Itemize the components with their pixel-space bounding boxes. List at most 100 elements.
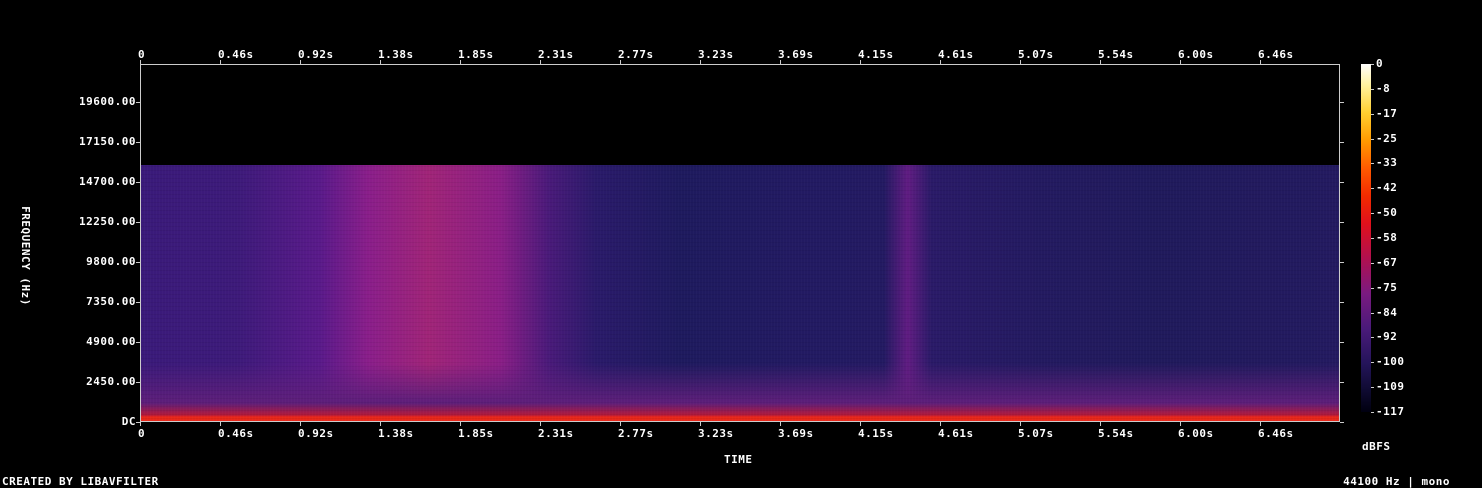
y-tick-label: 2450.00 bbox=[86, 375, 136, 388]
x-tick-label-bottom: 1.38s bbox=[378, 427, 414, 440]
y-tick-label: 4900.00 bbox=[86, 335, 136, 348]
x-tick-label-bottom: 2.77s bbox=[618, 427, 654, 440]
x-tick-label-top: 3.69s bbox=[778, 48, 814, 61]
colorbar-tick-label: -117 bbox=[1376, 405, 1405, 418]
colorbar-tick-label: -75 bbox=[1376, 280, 1398, 294]
colorbar-tick-mark bbox=[1371, 64, 1374, 65]
x-tick-mark-bottom bbox=[860, 422, 861, 426]
x-tick-label-top: 3.23s bbox=[698, 48, 734, 61]
colorbar-tick-mark bbox=[1371, 287, 1374, 289]
colorbar-tick-mark bbox=[1371, 337, 1374, 339]
y-tick-mark-left bbox=[136, 142, 140, 143]
x-tick-mark-bottom bbox=[940, 422, 941, 426]
x-tick-label-top: 0.46s bbox=[218, 48, 254, 61]
x-tick-mark-bottom bbox=[300, 422, 301, 426]
x-tick-label-bottom: 5.07s bbox=[1018, 427, 1054, 440]
colorbar bbox=[1361, 64, 1371, 412]
y-tick-mark-right bbox=[1340, 422, 1344, 423]
y-tick-label: 17150.00 bbox=[79, 135, 136, 148]
colorbar-tick-label: -67 bbox=[1376, 255, 1398, 269]
x-tick-label-top: 6.00s bbox=[1178, 48, 1214, 61]
x-tick-label-top: 1.38s bbox=[378, 48, 414, 61]
y-tick-label: 14700.00 bbox=[79, 175, 136, 188]
x-tick-label-top: 1.85s bbox=[458, 48, 494, 61]
colorbar-tick-mark bbox=[1371, 312, 1374, 314]
x-tick-mark-bottom bbox=[1180, 422, 1181, 426]
x-tick-label-top: 2.77s bbox=[618, 48, 654, 61]
y-tick-label: DC bbox=[121, 415, 136, 428]
colorbar-tick-label: -33 bbox=[1376, 156, 1398, 170]
x-tick-label-bottom: 3.69s bbox=[778, 427, 814, 440]
y-axis-label: FREQUENCY (Hz) bbox=[19, 206, 32, 306]
x-tick-mark-bottom bbox=[700, 422, 701, 426]
x-tick-label-top: 2.31s bbox=[538, 48, 574, 61]
colorbar-tick-mark bbox=[1371, 88, 1374, 90]
colorbar-tick-mark bbox=[1371, 262, 1374, 264]
colorbar-tick-mark bbox=[1371, 238, 1374, 239]
colorbar-tick-label: -58 bbox=[1376, 231, 1398, 244]
x-tick-mark-bottom bbox=[1020, 422, 1021, 426]
y-tick-mark-right bbox=[1340, 302, 1344, 303]
x-tick-label-bottom: 6.00s bbox=[1178, 427, 1214, 440]
y-tick-mark-left bbox=[136, 342, 140, 343]
x-tick-mark-bottom bbox=[380, 422, 381, 426]
y-tick-label: 19600.00 bbox=[79, 95, 136, 108]
x-tick-mark-bottom bbox=[140, 422, 141, 426]
colorbar-tick-label: -42 bbox=[1376, 181, 1398, 195]
x-tick-label-top: 4.61s bbox=[938, 48, 974, 61]
colorbar-tick-label: -8 bbox=[1376, 81, 1391, 95]
x-tick-label-top: 5.07s bbox=[1018, 48, 1054, 61]
y-tick-mark-right bbox=[1340, 262, 1344, 263]
y-tick-mark-left bbox=[136, 222, 140, 223]
x-tick-label-bottom: 4.15s bbox=[858, 427, 894, 440]
y-tick-mark-right bbox=[1340, 182, 1344, 183]
x-tick-label-top: 4.15s bbox=[858, 48, 894, 61]
x-axis-label: TIME bbox=[724, 453, 753, 466]
colorbar-tick-label: -25 bbox=[1376, 131, 1398, 145]
x-tick-label-top: 5.54s bbox=[1098, 48, 1134, 61]
y-tick-label: 12250.00 bbox=[79, 215, 136, 228]
x-tick-label-bottom: 5.54s bbox=[1098, 427, 1134, 440]
x-tick-label-bottom: 0.92s bbox=[298, 427, 334, 440]
y-tick-mark-right bbox=[1340, 382, 1344, 383]
y-tick-mark-right bbox=[1340, 142, 1344, 143]
colorbar-tick-label: -100 bbox=[1376, 355, 1405, 369]
x-tick-label-bottom: 2.31s bbox=[538, 427, 574, 440]
spectrogram-texture bbox=[141, 165, 1339, 421]
x-tick-mark-bottom bbox=[1260, 422, 1261, 426]
x-tick-label-bottom: 0.46s bbox=[218, 427, 254, 440]
x-tick-label-bottom: 1.85s bbox=[458, 427, 494, 440]
x-tick-mark-bottom bbox=[780, 422, 781, 426]
x-tick-label-bottom: 4.61s bbox=[938, 427, 974, 440]
y-tick-mark-right bbox=[1340, 222, 1344, 223]
colorbar-tick-label: -92 bbox=[1376, 330, 1398, 344]
x-tick-mark-bottom bbox=[220, 422, 221, 426]
spectrogram-plot-area bbox=[140, 64, 1340, 422]
colorbar-tick-label: -50 bbox=[1376, 206, 1398, 220]
colorbar-tick-mark bbox=[1371, 412, 1374, 413]
x-tick-label-top: 0.92s bbox=[298, 48, 334, 61]
x-tick-label-bottom: 6.46s bbox=[1258, 427, 1294, 440]
colorbar-tick-label: -109 bbox=[1376, 380, 1405, 394]
x-tick-mark-bottom bbox=[1100, 422, 1101, 426]
y-tick-mark-right bbox=[1340, 102, 1344, 103]
colorbar-label: dBFS bbox=[1362, 440, 1391, 453]
x-tick-mark-bottom bbox=[620, 422, 621, 426]
footer-credit: CREATED BY LIBAVFILTER bbox=[2, 475, 159, 488]
x-tick-label-bottom: 0 bbox=[138, 427, 146, 440]
footer-audio-info: 44100 Hz | mono bbox=[1343, 475, 1450, 488]
colorbar-tick-mark bbox=[1371, 188, 1374, 190]
y-tick-label: 7350.00 bbox=[86, 295, 136, 308]
colorbar-tick-label: 0 bbox=[1376, 57, 1384, 70]
x-tick-label-top: 6.46s bbox=[1258, 48, 1294, 61]
y-tick-mark-left bbox=[136, 182, 140, 183]
y-tick-label: 9800.00 bbox=[86, 255, 136, 268]
y-tick-mark-right bbox=[1340, 342, 1344, 343]
colorbar-tick-mark bbox=[1371, 163, 1374, 165]
y-tick-mark-left bbox=[136, 102, 140, 103]
y-tick-mark-left bbox=[136, 382, 140, 383]
colorbar-tick-mark bbox=[1371, 362, 1374, 364]
colorbar-tick-label: -17 bbox=[1376, 106, 1398, 120]
y-tick-mark-left bbox=[136, 302, 140, 303]
colorbar-tick-mark bbox=[1371, 138, 1374, 140]
